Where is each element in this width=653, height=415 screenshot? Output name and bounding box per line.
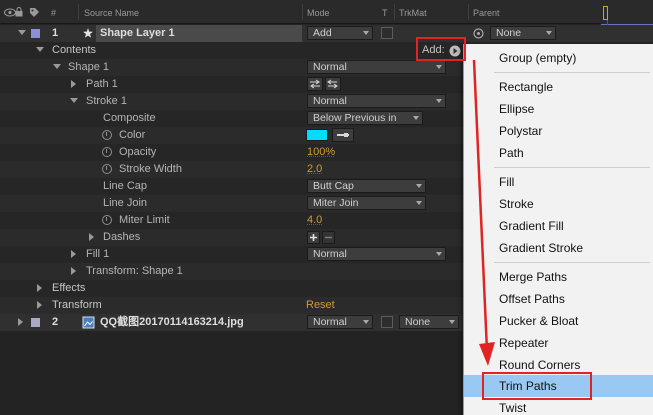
line-join-dropdown[interactable]: Miter Join — [307, 196, 426, 210]
col-t: T — [382, 8, 388, 18]
menu-separator — [494, 262, 650, 263]
reset-link[interactable]: Reset — [306, 299, 335, 312]
layer1-preserve-transparency[interactable] — [381, 27, 393, 39]
collapse-triangle-icon[interactable] — [18, 30, 26, 35]
annotation-trim-paths-highlight — [482, 372, 592, 400]
line-join-label: Line Join — [103, 197, 148, 209]
col-parent[interactable]: Parent — [473, 8, 500, 18]
label-tag-icon[interactable] — [29, 7, 40, 18]
lock-icon[interactable] — [15, 7, 23, 17]
remove-dash-icon[interactable] — [322, 231, 335, 244]
stopwatch-icon[interactable] — [102, 215, 112, 225]
stopwatch-icon[interactable] — [102, 164, 112, 174]
stroke-width-value[interactable]: 2.0 — [307, 163, 322, 176]
layer2-name[interactable]: QQ截图20170114163214.jpg — [100, 316, 244, 329]
label-color-icon[interactable] — [31, 29, 40, 38]
collapse-triangle-icon[interactable] — [37, 284, 42, 292]
column-header: # Source Name Mode T TrkMat Parent — [0, 0, 653, 24]
star-icon — [83, 28, 93, 38]
layer1-mode-dropdown[interactable]: Add — [307, 26, 373, 40]
transform-shape1-label: Transform: Shape 1 — [86, 265, 183, 277]
image-file-icon — [82, 316, 95, 329]
layer2-preserve-transparency[interactable] — [381, 316, 393, 328]
stroke-width-label: Stroke Width — [119, 163, 182, 175]
color-label: Color — [119, 129, 146, 141]
line-cap-label: Line Cap — [103, 180, 148, 192]
col-number: # — [51, 8, 57, 18]
fill1-mode-dropdown[interactable]: Normal — [307, 247, 446, 261]
transform-label: Transform — [52, 299, 102, 311]
collapse-triangle-icon[interactable] — [71, 80, 76, 88]
composite-dropdown[interactable]: Below Previous in — [307, 111, 423, 125]
pickwhip-icon[interactable] — [473, 28, 484, 39]
eyedropper-icon[interactable] — [332, 128, 354, 142]
layer-name[interactable]: Shape Layer 1 — [100, 27, 175, 40]
dashes-label: Dashes — [103, 231, 141, 243]
stopwatch-icon[interactable] — [102, 147, 112, 157]
contents-label: Contents — [52, 44, 97, 56]
layer-number: 1 — [52, 27, 59, 39]
fill1-label: Fill 1 — [86, 248, 110, 260]
menu-separator — [494, 72, 650, 73]
annotation-arrow — [472, 59, 495, 366]
label-color-icon[interactable] — [31, 318, 40, 327]
expand-triangle-icon[interactable] — [36, 47, 44, 52]
shape1-mode-dropdown[interactable]: Normal — [307, 60, 446, 74]
layer-number: 2 — [52, 316, 59, 328]
stroke1-mode-dropdown[interactable]: Normal — [307, 94, 446, 108]
annotation-add-highlight — [416, 37, 466, 61]
layer1-parent-dropdown[interactable]: None — [490, 26, 556, 40]
stroke1-label: Stroke 1 — [86, 95, 127, 107]
layer-row-1[interactable]: 1 Shape Layer 1 Add None — [0, 25, 653, 42]
collapse-triangle-icon[interactable] — [71, 267, 76, 275]
expand-triangle-icon[interactable] — [70, 98, 78, 103]
path1-label: Path 1 — [86, 78, 118, 90]
collapse-triangle-icon[interactable] — [18, 318, 23, 326]
composite-label: Composite — [103, 112, 156, 124]
col-trkmat[interactable]: TrkMat — [399, 8, 427, 18]
collapse-triangle-icon[interactable] — [71, 250, 76, 258]
path-direction-icon[interactable] — [307, 77, 323, 91]
effects-label: Effects — [52, 282, 86, 294]
color-swatch[interactable] — [306, 129, 328, 141]
opacity-value[interactable]: 100% — [307, 146, 335, 159]
layer2-trkmat-dropdown[interactable]: None — [399, 315, 459, 329]
expand-triangle-icon[interactable] — [53, 64, 61, 69]
stopwatch-icon[interactable] — [102, 130, 112, 140]
miter-limit-label: Miter Limit — [119, 214, 170, 226]
collapse-triangle-icon[interactable] — [89, 233, 94, 241]
add-dash-icon[interactable] — [307, 231, 320, 244]
layer2-mode-dropdown[interactable]: Normal — [307, 315, 373, 329]
col-mode[interactable]: Mode — [307, 8, 330, 18]
miter-limit-value[interactable]: 4.0 — [307, 214, 322, 227]
shape1-label: Shape 1 — [68, 61, 109, 73]
opacity-label: Opacity — [119, 146, 157, 158]
path-direction-reverse-icon[interactable] — [325, 77, 341, 91]
col-source-name[interactable]: Source Name — [84, 8, 139, 18]
collapse-triangle-icon[interactable] — [37, 301, 42, 309]
menu-separator — [494, 167, 650, 168]
line-cap-dropdown[interactable]: Butt Cap — [307, 179, 426, 193]
